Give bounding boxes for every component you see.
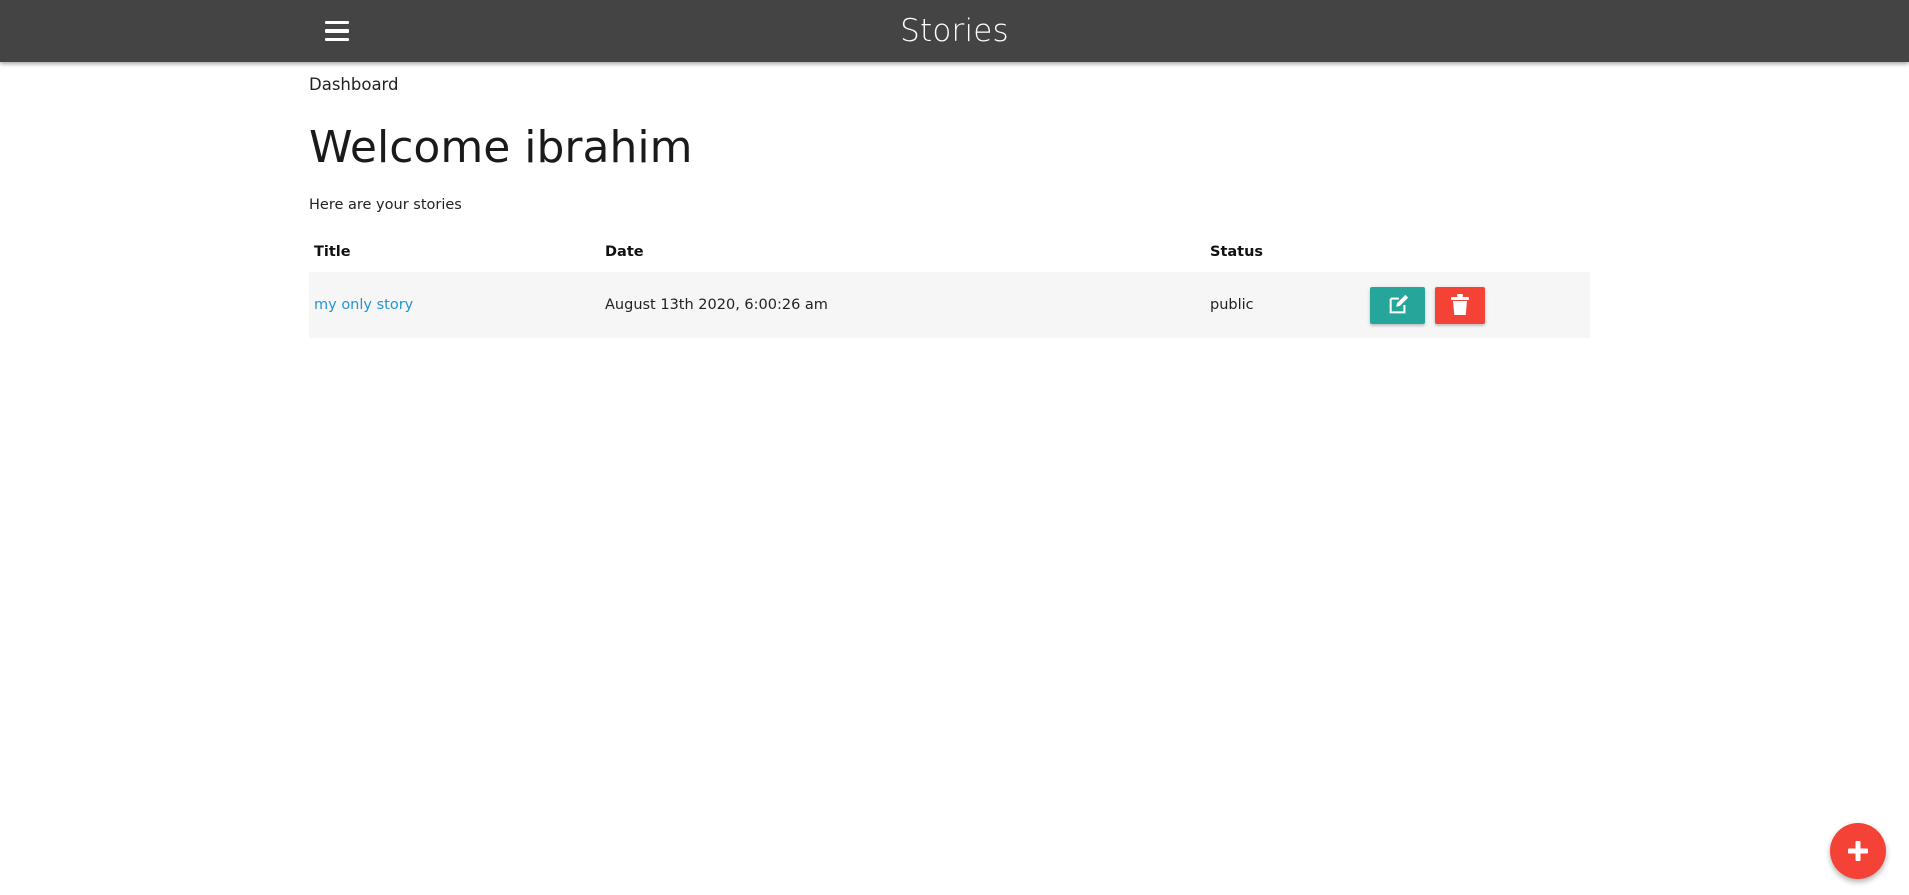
edit-icon [1389, 294, 1408, 314]
trash-icon [1451, 294, 1469, 315]
edit-story-button[interactable] [1370, 286, 1425, 324]
story-title-cell: my only story [309, 272, 600, 338]
stories-subtext: Here are your stories [309, 197, 462, 213]
breadcrumb: Dashboard [309, 75, 399, 94]
column-header-title: Title [314, 244, 351, 260]
top-navbar: Stories [0, 0, 1909, 62]
add-story-button[interactable] [1830, 823, 1886, 879]
table-header-row: Title Date Status [309, 232, 1590, 272]
page-title: Welcome ibrahim [309, 122, 693, 173]
brand-title[interactable]: Stories [0, 0, 1909, 62]
main-container: Dashboard Welcome ibrahim Here are your … [309, 62, 1590, 338]
column-header-date: Date [605, 244, 644, 260]
story-actions-cell [1365, 272, 1590, 338]
story-title-link[interactable]: my only story [314, 297, 413, 313]
plus-icon [1848, 841, 1868, 861]
story-date-cell: August 13th 2020, 6:00:26 am [605, 297, 828, 313]
column-header-status: Status [1210, 244, 1264, 260]
table-row: my only story August 13th 2020, 6:00:26 … [309, 272, 1590, 338]
stories-table: Title Date Status my only story August 1… [309, 232, 1590, 338]
delete-story-button[interactable] [1435, 286, 1485, 324]
story-status-cell: public [1210, 297, 1254, 313]
column-header-actions [1365, 232, 1590, 272]
